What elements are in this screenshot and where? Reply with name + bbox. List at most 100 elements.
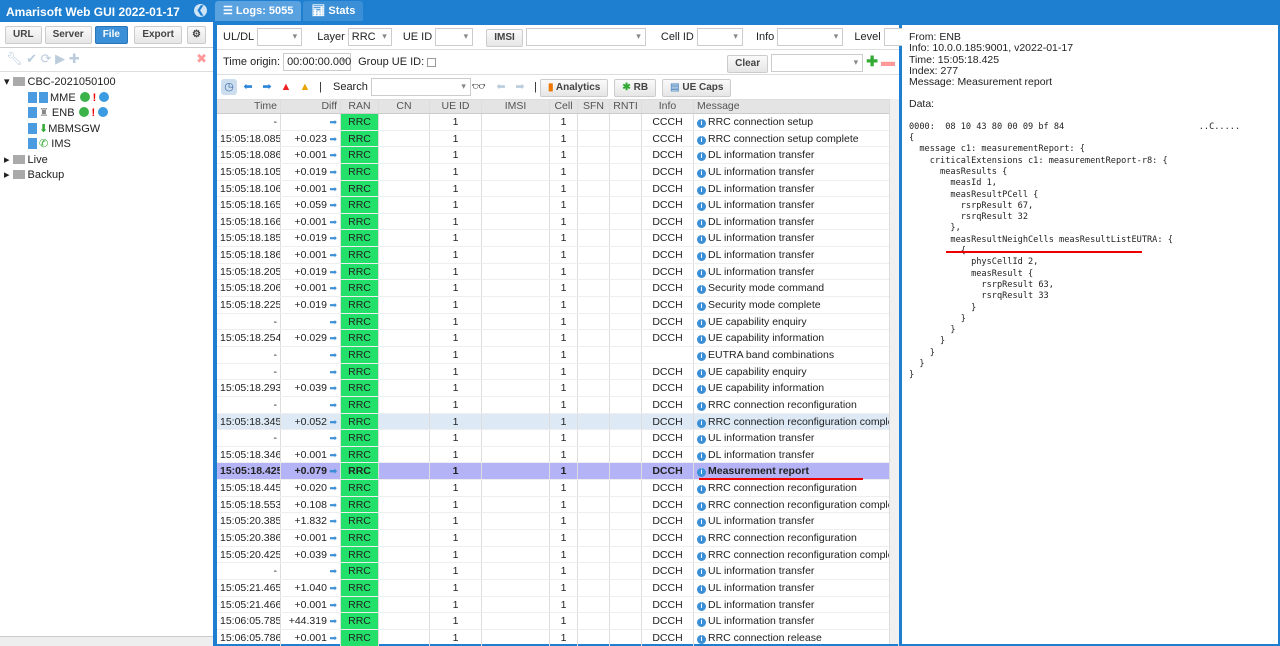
clock-icon[interactable]: ◷	[221, 79, 237, 95]
arrow-right-icon[interactable]: ➡	[259, 79, 275, 95]
column-header[interactable]: SFN	[578, 100, 610, 113]
collapse-icon[interactable]: ❮	[194, 4, 207, 17]
cell-c10: DCCH	[642, 579, 694, 596]
column-header[interactable]: Info	[642, 100, 694, 113]
clear-button[interactable]: Clear	[727, 55, 769, 73]
tree-node-mme[interactable]: MME!	[4, 91, 209, 107]
time-origin-input[interactable]: 00:00:00.000	[283, 53, 351, 71]
tree-backup[interactable]: ▸ Backup	[4, 168, 209, 184]
table-row[interactable]: - ➡ RRC 1 1 DCCH i RRC connection reconfigurat…	[217, 396, 899, 414]
column-header[interactable]: Cell	[550, 100, 578, 113]
column-header[interactable]: CN	[379, 100, 430, 113]
table-row[interactable]: 15:05:18.086 +0.001 ➡ RRC 1 1 DCCH i DL informa…	[217, 147, 899, 164]
arrow-left-icon[interactable]: ⬅	[240, 79, 256, 95]
delete-icon[interactable]: ✖	[196, 51, 207, 67]
tree-node-ims[interactable]: ✆ IMS	[4, 137, 209, 153]
direction-arrow-icon: ➡	[326, 533, 337, 544]
table-row[interactable]: - ➡ RRC 1 1 DCCH i UL information transfer	[217, 563, 899, 580]
imsi-select[interactable]	[525, 28, 646, 46]
horizontal-scrollbar[interactable]	[0, 636, 213, 646]
table-row[interactable]: 15:05:20.385 +1.832 ➡ RRC 1 1 DCCH i UL informa…	[217, 513, 899, 531]
imsi-button[interactable]: IMSI	[486, 28, 523, 47]
table-row[interactable]: 15:05:18.254 +0.029 ➡ RRC 1 1 DCCH i UE capabil…	[217, 330, 899, 347]
settings-icon[interactable]: ⚙	[187, 26, 206, 44]
export-button[interactable]: Export	[134, 26, 182, 44]
file-button[interactable]: File	[94, 26, 128, 44]
table-row[interactable]: 15:05:18.165 +0.059 ➡ RRC 1 1 DCCH i UL informa…	[217, 197, 899, 214]
search-input[interactable]	[370, 78, 471, 96]
table-row[interactable]: 15:05:18.445 +0.020 ➡ RRC 1 1 DCCH i RRC connec…	[217, 480, 899, 497]
table-row[interactable]: - ➡ RRC 1 1 CCCH i RRC connection setup	[217, 114, 899, 131]
url-button[interactable]: URL	[5, 26, 42, 44]
direction-arrow-icon: ➡	[326, 499, 337, 510]
rb-button[interactable]: ✱ RB	[614, 78, 657, 97]
filter-preset-select[interactable]	[771, 54, 864, 73]
column-header[interactable]: UE ID	[430, 100, 482, 113]
table-row[interactable]: 15:05:20.425 +0.039 ➡ RRC 1 1 DCCH i RRC connec…	[217, 546, 899, 564]
table-row[interactable]: 15:05:18.085 +0.023 ➡ RRC 1 1 CCCH i RRC connec…	[217, 130, 899, 148]
cell-c5: 1	[430, 496, 482, 513]
column-header[interactable]: RAN	[341, 100, 379, 113]
binoculars-icon[interactable]: 👓︎	[471, 79, 487, 95]
next-match-icon[interactable]: ➡	[512, 79, 528, 95]
tree-root[interactable]: ▾ CBC-2021050100	[4, 75, 209, 91]
info-select[interactable]	[777, 28, 844, 46]
cell-c9	[610, 629, 642, 646]
tree-live[interactable]: ▸ Live	[4, 153, 209, 169]
table-row[interactable]: 15:05:20.386 +0.001 ➡ RRC 1 1 DCCH i RRC connec…	[217, 530, 899, 547]
column-header[interactable]: Diff	[281, 100, 341, 113]
cell-c8	[578, 163, 610, 180]
table-row[interactable]: 15:05:18.106 +0.001 ➡ RRC 1 1 DCCH i DL informa…	[217, 180, 899, 198]
column-header[interactable]: Time	[217, 100, 281, 113]
table-row[interactable]: 15:05:18.553 +0.108 ➡ RRC 1 1 DCCH i RRC connec…	[217, 496, 899, 514]
prev-match-icon[interactable]: ⬅	[493, 79, 509, 95]
ueid-select[interactable]	[435, 28, 474, 46]
table-row[interactable]: 15:05:18.205 +0.019 ➡ RRC 1 1 DCCH i UL informa…	[217, 263, 899, 281]
folder-icon	[12, 170, 25, 179]
table-row[interactable]: 15:05:18.345 +0.052 ➡ RRC 1 1 DCCH i RRC connec…	[217, 413, 899, 431]
cell-c9	[610, 546, 642, 563]
table-row[interactable]: 15:05:18.186 +0.001 ➡ RRC 1 1 DCCH i DL informa…	[217, 247, 899, 264]
table-row[interactable]: 15:06:05.785 +44.319 ➡ RRC 1 1 DCCH i UL inform…	[217, 613, 899, 630]
table-row[interactable]: 15:05:21.465 +1.040 ➡ RRC 1 1 DCCH i UL informa…	[217, 579, 899, 597]
tree-node-mbmsgw[interactable]: ⬇MBMSGW	[4, 122, 209, 138]
uldl-select[interactable]	[257, 28, 303, 46]
cellid-select[interactable]	[696, 28, 743, 46]
play-icon[interactable]	[99, 91, 110, 102]
group-ueid-checkbox[interactable]	[427, 57, 437, 67]
table-row[interactable]: - ➡ RRC 1 1 DCCH i UL information transfer	[217, 430, 899, 447]
error-icon[interactable]: ▲	[278, 79, 294, 95]
cell-c1: -	[217, 114, 281, 130]
column-header[interactable]: Message	[694, 100, 899, 113]
table-row[interactable]: - ➡ RRC 1 1 i EUTRA band combinations	[217, 346, 899, 364]
column-header[interactable]: IMSI	[482, 100, 550, 113]
remove-icon[interactable]: ▬	[881, 53, 895, 69]
warn-icon[interactable]: ▲	[297, 79, 313, 95]
cell-c3: RRC	[341, 380, 379, 396]
layer-select[interactable]: RRC	[347, 28, 392, 46]
table-row[interactable]: 15:05:18.185 +0.019 ➡ RRC 1 1 DCCH i UL informa…	[217, 230, 899, 248]
server-button[interactable]: Server	[44, 26, 92, 44]
table-row[interactable]: 15:05:18.293 +0.039 ➡ RRC 1 1 DCCH i UE capabil…	[217, 380, 899, 397]
wrench-icon[interactable]: 🔧︎	[6, 51, 23, 66]
play-icon[interactable]	[98, 107, 109, 117]
tab-stats[interactable]: 📊︎ Stats	[303, 1, 364, 21]
analytics-button[interactable]: ▮ Analytics	[539, 78, 609, 97]
table-row[interactable]: 15:06:05.786 +0.001 ➡ RRC 1 1 DCCH i RRC connec…	[217, 629, 899, 646]
add-icon[interactable]: ✚	[866, 53, 878, 69]
uecaps-button[interactable]: ▤ UE Caps	[662, 78, 732, 97]
column-header[interactable]: RNTI	[610, 100, 642, 113]
table-row[interactable]: - ➡ RRC 1 1 DCCH i UE capability enquiry	[217, 313, 899, 331]
filter-bar: UL/DL LayerRRC UE ID IMSI Cell ID Info L…	[217, 25, 926, 50]
table-row[interactable]: 15:05:18.225 +0.019 ➡ RRC 1 1 DCCH i Security m…	[217, 297, 899, 314]
vertical-scrollbar[interactable]	[889, 99, 899, 644]
table-row[interactable]: 15:05:18.105 +0.019 ➡ RRC 1 1 DCCH i UL informa…	[217, 163, 899, 181]
table-row[interactable]: 15:05:21.466 +0.001 ➡ RRC 1 1 DCCH i DL informa…	[217, 596, 899, 614]
cell-c8	[578, 480, 610, 496]
tree-node-enb[interactable]: ♜ ENB!	[4, 106, 209, 122]
table-row[interactable]: 15:05:18.166 +0.001 ➡ RRC 1 1 DCCH i DL informa…	[217, 213, 899, 231]
table-row[interactable]: 15:05:18.206 +0.001 ➡ RRC 1 1 DCCH i Security m…	[217, 280, 899, 298]
table-row[interactable]: - ➡ RRC 1 1 DCCH i UE capability enquiry	[217, 363, 899, 381]
table-row[interactable]: 15:05:18.346 +0.001 ➡ RRC 1 1 DCCH i DL informa…	[217, 446, 899, 464]
tab-logs[interactable]: ☰ Logs: 5055	[215, 1, 302, 21]
